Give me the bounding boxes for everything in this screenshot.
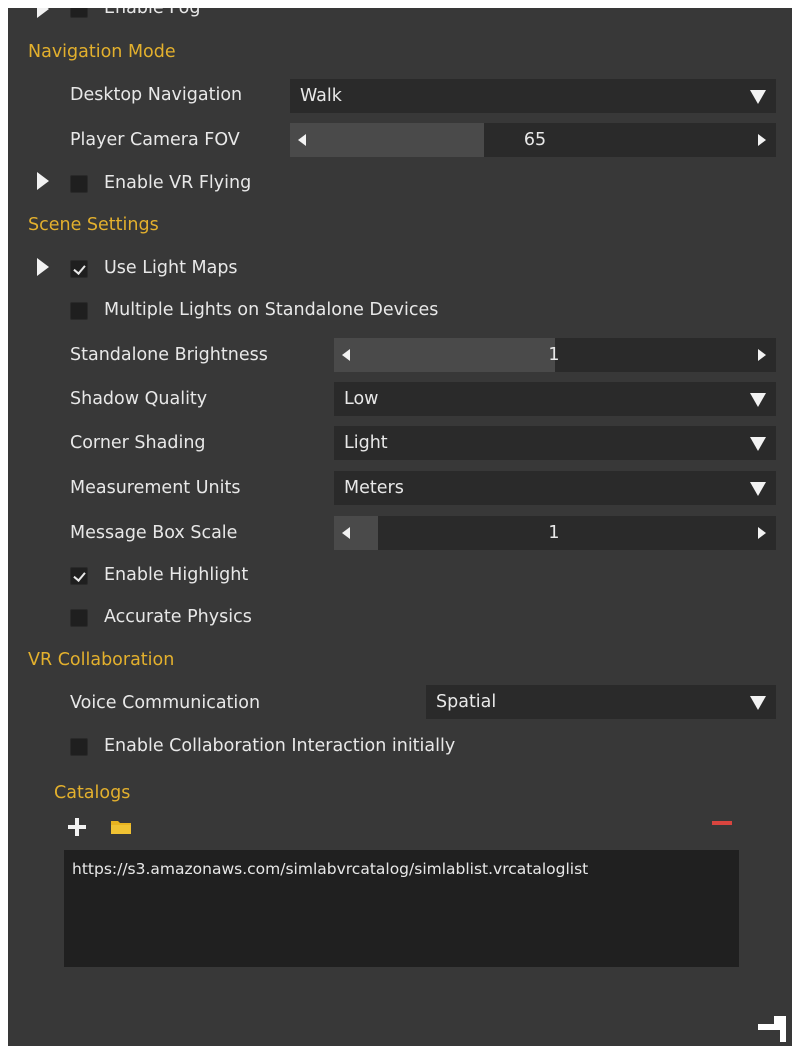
corner-shading-value: Light <box>344 433 388 453</box>
corner-shading-dropdown[interactable]: Light <box>334 426 776 460</box>
vr-collaboration-heading: VR Collaboration <box>28 650 175 670</box>
navigation-mode-heading: Navigation Mode <box>28 42 176 62</box>
increment-arrow-icon[interactable] <box>758 134 766 146</box>
enable-highlight-label: Enable Highlight <box>104 565 249 585</box>
expand-fog-icon[interactable] <box>37 8 49 18</box>
shadow-quality-dropdown[interactable]: Low <box>334 382 776 416</box>
player-camera-fov-slider[interactable]: 65 <box>290 123 776 157</box>
plus-icon[interactable] <box>66 816 88 838</box>
player-camera-fov-value: 65 <box>523 130 547 150</box>
triangle-down-icon <box>750 437 766 451</box>
voice-communication-label: Voice Communication <box>70 693 261 713</box>
voice-communication-value: Spatial <box>436 692 497 712</box>
expand-vr-flying-icon[interactable] <box>37 172 49 190</box>
desktop-navigation-dropdown[interactable]: Walk <box>290 79 776 113</box>
multiple-lights-label: Multiple Lights on Standalone Devices <box>104 300 439 320</box>
resize-grip-icon[interactable] <box>756 1012 790 1042</box>
catalogs-heading: Catalogs <box>54 783 131 803</box>
list-item[interactable]: https://s3.amazonaws.com/simlabvrcatalog… <box>72 859 588 879</box>
increment-arrow-icon[interactable] <box>758 349 766 361</box>
decrement-arrow-icon[interactable] <box>342 527 350 539</box>
catalog-list[interactable]: https://s3.amazonaws.com/simlabvrcatalog… <box>64 850 739 967</box>
voice-communication-dropdown[interactable]: Spatial <box>426 685 776 719</box>
triangle-down-icon <box>750 482 766 496</box>
shadow-quality-value: Low <box>344 389 379 409</box>
triangle-down-icon <box>750 393 766 407</box>
enable-fog-label: Enable Fog <box>104 8 201 18</box>
standalone-brightness-label: Standalone Brightness <box>70 345 268 365</box>
desktop-navigation-label: Desktop Navigation <box>70 85 243 105</box>
enable-vr-flying-label: Enable VR Flying <box>104 173 252 193</box>
measurement-units-value: Meters <box>344 478 404 498</box>
expand-light-maps-icon[interactable] <box>37 258 49 276</box>
folder-icon[interactable] <box>110 818 132 836</box>
message-box-scale-slider[interactable]: 1 <box>334 516 776 550</box>
enable-fog-checkbox[interactable] <box>70 8 88 18</box>
slider-fill <box>290 123 485 157</box>
triangle-down-icon <box>750 90 766 104</box>
enable-highlight-checkbox[interactable] <box>70 567 88 585</box>
slider-fill <box>334 516 379 550</box>
multiple-lights-checkbox[interactable] <box>70 302 88 320</box>
accurate-physics-label: Accurate Physics <box>104 607 252 627</box>
standalone-brightness-value: 1 <box>548 345 560 365</box>
corner-shading-label: Corner Shading <box>70 433 206 453</box>
decrement-arrow-icon[interactable] <box>342 349 350 361</box>
use-light-maps-label: Use Light Maps <box>104 258 238 278</box>
collaboration-interaction-label: Enable Collaboration Interaction initial… <box>104 736 456 756</box>
increment-arrow-icon[interactable] <box>758 527 766 539</box>
player-camera-fov-label: Player Camera FOV <box>70 130 240 150</box>
use-light-maps-checkbox[interactable] <box>70 260 88 278</box>
enable-vr-flying-checkbox[interactable] <box>70 175 88 193</box>
collaboration-interaction-checkbox[interactable] <box>70 738 88 756</box>
triangle-down-icon <box>750 696 766 710</box>
message-box-scale-label: Message Box Scale <box>70 523 238 543</box>
message-box-scale-value: 1 <box>548 523 560 543</box>
settings-panel: Enable Fog Navigation Mode Desktop Navig… <box>8 8 792 1046</box>
slider-fill <box>334 338 555 372</box>
accurate-physics-checkbox[interactable] <box>70 609 88 627</box>
scene-settings-heading: Scene Settings <box>28 215 159 235</box>
measurement-units-dropdown[interactable]: Meters <box>334 471 776 505</box>
minus-icon[interactable] <box>711 818 733 828</box>
decrement-arrow-icon[interactable] <box>298 134 306 146</box>
shadow-quality-label: Shadow Quality <box>70 389 208 409</box>
desktop-navigation-value: Walk <box>300 86 342 106</box>
standalone-brightness-slider[interactable]: 1 <box>334 338 776 372</box>
measurement-units-label: Measurement Units <box>70 478 241 498</box>
